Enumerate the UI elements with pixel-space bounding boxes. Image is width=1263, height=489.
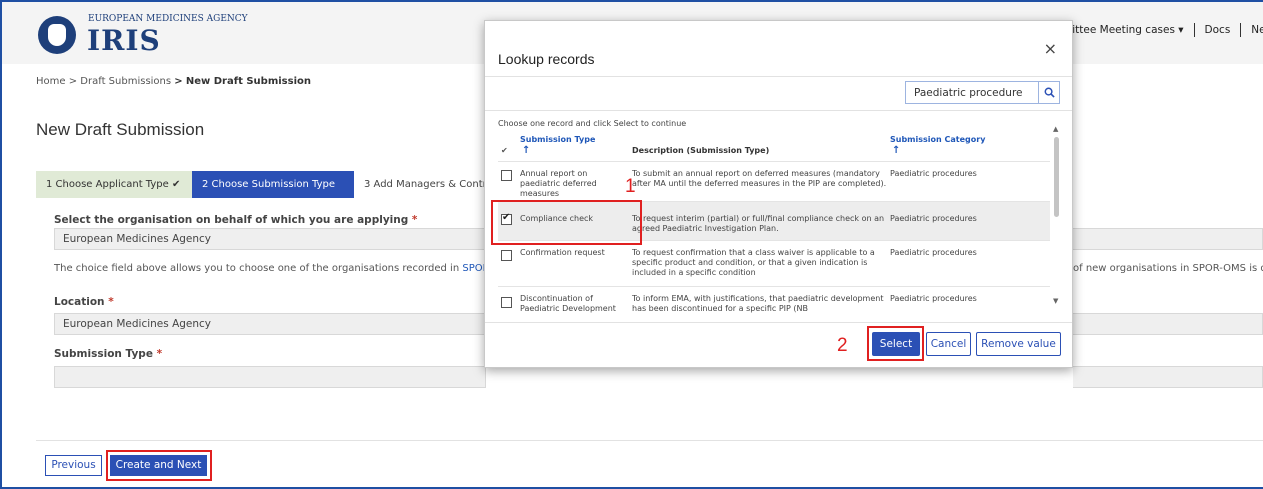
row-checkbox[interactable] (501, 250, 512, 261)
ema-logo-icon (38, 16, 76, 54)
modal-title: Lookup records (498, 51, 595, 67)
compliance-check-highlight (491, 200, 642, 245)
row-submission-type: Annual report on paediatric deferred mea… (520, 169, 597, 198)
row-submission-type: Discontinuation of Paediatric Developmen… (520, 294, 616, 313)
lookup-table-header: ✔ Submission Type ↑ Description (Submiss… (498, 133, 1050, 159)
callout-number-2: 2 (837, 335, 848, 356)
row-category: Paediatric procedures (890, 294, 977, 303)
row-submission-type: Confirmation request (520, 248, 605, 257)
sort-arrow-icon[interactable]: ↑ (522, 145, 530, 156)
cancel-button[interactable]: Cancel (926, 332, 971, 356)
organisation-label-text: Select the organisation on behalf of whi… (54, 214, 409, 226)
submission-type-field-right (1073, 366, 1263, 388)
required-mark: * (411, 214, 418, 226)
organisation-field[interactable]: European Medicines Agency (54, 228, 486, 250)
table-row[interactable]: Discontinuation of Paediatric Developmen… (498, 286, 1050, 322)
table-row[interactable]: Confirmation request To request confirma… (498, 240, 1050, 286)
nav-new[interactable]: Ne (1251, 24, 1263, 36)
organisation-label: Select the organisation on behalf of whi… (54, 214, 417, 226)
submission-type-field[interactable] (54, 366, 486, 388)
row-checkbox[interactable] (501, 297, 512, 308)
wizard-steps: 1 Choose Applicant Type ✔ 2 Choose Submi… (36, 171, 523, 198)
ema-logo[interactable]: EUROPEAN MEDICINES AGENCY IRIS (38, 8, 248, 60)
nav-separator (1240, 23, 1242, 37)
sort-arrow-icon[interactable]: ↑ (892, 145, 900, 156)
select-highlight (867, 326, 924, 361)
page-title: New Draft Submission (36, 120, 205, 139)
modal-search-divider (485, 110, 1072, 111)
row-category: Paediatric procedures (890, 248, 977, 257)
step-choose-submission-type[interactable]: 2 Choose Submission Type (192, 171, 354, 198)
table-row[interactable]: Annual report on paediatric deferred mea… (498, 161, 1050, 201)
nav-committee-meeting-cases[interactable]: mittee Meeting cases ▾ (1062, 24, 1184, 36)
location-field-right (1073, 313, 1263, 335)
organisation-help-text: The choice field above allows you to cho… (54, 263, 516, 274)
row-description: To request confirmation that a class wai… (632, 248, 875, 277)
search-box (905, 81, 1060, 104)
location-label: Location * (54, 296, 114, 308)
row-description: To request interim (partial) or full/fin… (632, 214, 885, 233)
step-choose-applicant-type[interactable]: 1 Choose Applicant Type ✔ (36, 171, 192, 198)
row-category: Paediatric procedures (890, 214, 977, 223)
top-nav: mittee Meeting cases ▾ Docs Ne (1062, 22, 1263, 38)
organisation-help-text-continued: of new organisations in SPOR-OMS is do (1073, 263, 1263, 274)
required-mark: * (108, 296, 114, 308)
breadcrumb-separator: > (68, 76, 78, 87)
required-mark: * (156, 348, 163, 360)
modal-header-divider (485, 76, 1072, 77)
table-scrollbar[interactable]: ▲ ▼ (1052, 125, 1062, 313)
scroll-up-icon[interactable]: ▲ (1053, 125, 1058, 133)
row-description: To inform EMA, with justifications, that… (632, 294, 884, 313)
breadcrumb-current: New Draft Submission (185, 76, 311, 87)
organisation-field-right (1073, 228, 1263, 250)
search-input[interactable] (906, 82, 1038, 103)
scroll-thumb[interactable] (1054, 137, 1059, 217)
search-icon (1044, 87, 1055, 98)
breadcrumb-draft-submissions[interactable]: Draft Submissions (80, 76, 171, 87)
form-divider (36, 440, 1263, 441)
breadcrumb-home[interactable]: Home (36, 76, 66, 87)
row-checkbox[interactable] (501, 170, 512, 181)
column-submission-category[interactable]: Submission Category (890, 135, 985, 144)
logo-agency-name: EUROPEAN MEDICINES AGENCY (88, 14, 248, 24)
remove-value-button[interactable]: Remove value (976, 332, 1061, 356)
row-description: To submit an annual report on deferred m… (632, 169, 887, 188)
location-label-text: Location (54, 296, 105, 308)
row-category: Paediatric procedures (890, 169, 977, 178)
nav-docs[interactable]: Docs (1205, 24, 1231, 36)
location-field[interactable]: European Medicines Agency (54, 313, 486, 335)
scroll-down-icon[interactable]: ▼ (1053, 297, 1058, 305)
column-description: Description (Submission Type) (632, 146, 770, 155)
lookup-instruction: Choose one record and click Select to co… (498, 119, 687, 128)
search-button[interactable] (1038, 82, 1059, 103)
nav-separator (1193, 23, 1195, 37)
callout-number-1: 1 (625, 176, 636, 197)
column-submission-type[interactable]: Submission Type (520, 135, 595, 144)
modal-footer-divider (485, 322, 1072, 323)
submission-type-label-text: Submission Type (54, 348, 153, 360)
close-icon[interactable]: × (1044, 39, 1057, 58)
previous-button[interactable]: Previous (45, 455, 102, 476)
create-next-highlight (106, 450, 212, 481)
breadcrumb-separator: > (174, 76, 183, 87)
logo-iris-text: IRIS (87, 24, 161, 57)
submission-type-label: Submission Type * (54, 348, 162, 360)
help-text: The choice field above allows you to cho… (54, 263, 460, 274)
select-all-check-icon: ✔ (501, 146, 508, 155)
lookup-records-modal: Lookup records × Choose one record and c… (484, 20, 1073, 368)
breadcrumb: Home > Draft Submissions > New Draft Sub… (36, 76, 311, 87)
